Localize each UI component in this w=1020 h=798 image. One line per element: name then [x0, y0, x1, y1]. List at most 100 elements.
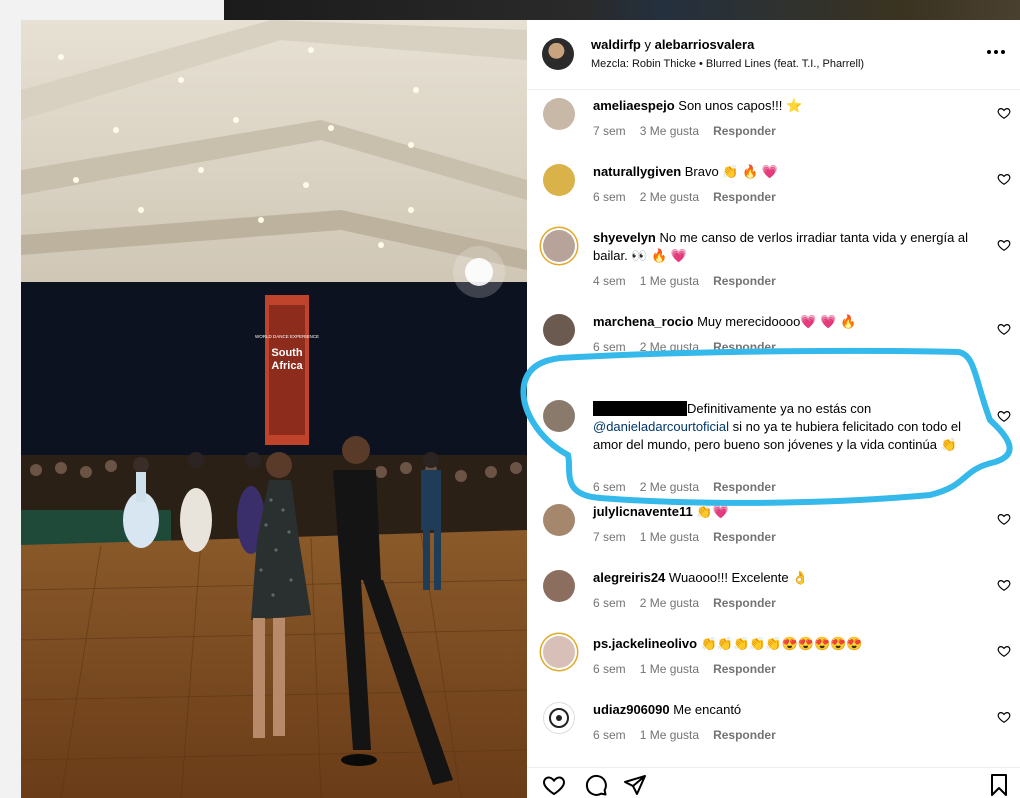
comment-body: Definitivamente ya no estás con — [687, 401, 872, 416]
mention-link[interactable]: @danieladarcourtoficial — [593, 419, 729, 434]
comments-list[interactable]: ameliaespejo Son unos capos!!! ⭐ 7 sem 3 … — [527, 91, 1020, 767]
comment-time[interactable]: 7 sem — [593, 124, 626, 138]
redacted-username — [593, 401, 687, 416]
comment-text: alegreiris24 Wuaooo!!! Excelente 👌 — [593, 569, 981, 587]
comment-text: shyevelyn No me canso de verlos irradiar… — [593, 229, 981, 265]
comment-likes[interactable]: 2 Me gusta — [640, 596, 699, 610]
comment-meta: 6 sem 1 Me gusta Responder — [593, 728, 790, 742]
comment-like-heart-icon[interactable] — [997, 644, 1011, 658]
comment-like-heart-icon[interactable] — [997, 512, 1011, 526]
more-horizontal-icon[interactable] — [986, 42, 1006, 62]
commenter-avatar[interactable] — [543, 570, 575, 602]
comment-icon[interactable] — [584, 773, 608, 797]
comment-text: julylicnavente11 👏💗 — [593, 503, 981, 521]
comment-like-heart-icon[interactable] — [997, 238, 1011, 252]
comment-username[interactable]: alegreiris24 — [593, 570, 665, 585]
comment-body: Me encantó — [673, 702, 742, 717]
author-2-link[interactable]: alebarriosvalera — [655, 37, 755, 52]
comment-likes[interactable]: 3 Me gusta — [640, 124, 699, 138]
audio-link[interactable]: Mezcla: Robin Thicke • Blurred Lines (fe… — [591, 58, 864, 70]
comment-body: Wuaooo!!! Excelente 👌 — [668, 570, 809, 585]
comment-text: ameliaespejo Son unos capos!!! ⭐ — [593, 97, 981, 115]
comment-likes[interactable]: 2 Me gusta — [640, 480, 699, 494]
share-icon[interactable] — [623, 773, 647, 797]
post-authors: waldirfp y alebarriosvalera — [591, 37, 754, 52]
comment-text: marchena_rocio Muy merecidoooo💗 💗 🔥 — [593, 313, 981, 331]
comment-time[interactable]: 6 sem — [593, 480, 626, 494]
comment-time[interactable]: 6 sem — [593, 662, 626, 676]
commenter-avatar-story[interactable] — [543, 636, 575, 668]
comment-username[interactable]: marchena_rocio — [593, 314, 693, 329]
comment-meta: 6 sem 2 Me gusta Responder — [593, 596, 790, 610]
comment-likes[interactable]: 2 Me gusta — [640, 190, 699, 204]
comment-meta: 7 sem 3 Me gusta Responder — [593, 124, 790, 138]
comment-username[interactable]: naturallygiven — [593, 164, 681, 179]
reply-button[interactable]: Responder — [713, 124, 776, 138]
comment-body: 👏💗 — [696, 504, 729, 519]
comment-like-heart-icon[interactable] — [997, 710, 1011, 724]
commenter-avatar[interactable] — [543, 98, 575, 130]
comment-like-heart-icon[interactable] — [997, 578, 1011, 592]
comment-meta: 6 sem 2 Me gusta Responder — [593, 340, 790, 354]
post-actions-bar — [527, 767, 1020, 798]
comment-text: naturallygiven Bravo 👏 🔥 💗 — [593, 163, 981, 181]
comment-time[interactable]: 7 sem — [593, 530, 626, 544]
background-strip — [0, 0, 1020, 20]
post-photo[interactable]: WORLD DANCE EXPERIENCE South Africa — [21, 20, 527, 798]
comment-meta: 6 sem 2 Me gusta Responder — [593, 190, 790, 204]
comment-text: Definitivamente ya no estás con @danielad… — [593, 400, 981, 454]
banner-line2: South — [271, 347, 302, 359]
reply-button[interactable]: Responder — [713, 662, 776, 676]
comment-likes[interactable]: 1 Me gusta — [640, 530, 699, 544]
comment-like-heart-icon[interactable] — [997, 409, 1011, 423]
reply-button[interactable]: Responder — [713, 530, 776, 544]
reply-button[interactable]: Responder — [713, 340, 776, 354]
comment-username[interactable]: shyevelyn — [593, 230, 656, 245]
commenter-avatar[interactable] — [543, 164, 575, 196]
comment-time[interactable]: 4 sem — [593, 274, 626, 288]
author-1-link[interactable]: waldirfp — [591, 37, 641, 52]
comment-text: udiaz906090 Me encantó — [593, 701, 981, 719]
comment-meta: 7 sem 1 Me gusta Responder — [593, 530, 790, 544]
commenter-avatar[interactable] — [543, 504, 575, 536]
comment-username[interactable]: julylicnavente11 — [593, 504, 693, 519]
heart-icon[interactable] — [542, 773, 566, 797]
reply-button[interactable]: Responder — [713, 728, 776, 742]
comment-likes[interactable]: 1 Me gusta — [640, 274, 699, 288]
commenter-avatar[interactable] — [543, 314, 575, 346]
reply-button[interactable]: Responder — [713, 274, 776, 288]
comment-time[interactable]: 6 sem — [593, 190, 626, 204]
comment-body: Son unos capos!!! ⭐ — [678, 98, 803, 113]
comment-time[interactable]: 6 sem — [593, 728, 626, 742]
comment-text: ps.jackelineolivo 👏👏👏👏👏😍😍😍😍😍 — [593, 635, 981, 653]
banner-line1: WORLD DANCE EXPERIENCE — [255, 334, 319, 339]
bookmark-icon[interactable] — [987, 773, 1011, 797]
comment-meta: 6 sem 2 Me gusta Responder — [593, 480, 790, 494]
banner-line3: Africa — [271, 360, 303, 372]
comment-body: 👏👏👏👏👏😍😍😍😍😍 — [700, 636, 863, 651]
om-symbol-icon — [549, 708, 569, 728]
reply-button[interactable]: Responder — [713, 190, 776, 204]
reply-button[interactable]: Responder — [713, 596, 776, 610]
dance-photo-illustration: WORLD DANCE EXPERIENCE South Africa — [21, 20, 527, 798]
reply-button[interactable]: Responder — [713, 480, 776, 494]
commenter-avatar[interactable] — [543, 702, 575, 734]
comment-time[interactable]: 6 sem — [593, 596, 626, 610]
author-avatar[interactable] — [542, 38, 574, 70]
comment-meta: 6 sem 1 Me gusta Responder — [593, 662, 790, 676]
comment-likes[interactable]: 1 Me gusta — [640, 662, 699, 676]
comment-username[interactable]: ameliaespejo — [593, 98, 675, 113]
comment-like-heart-icon[interactable] — [997, 106, 1011, 120]
authors-joiner: y — [644, 37, 651, 52]
comment-username[interactable]: udiaz906090 — [593, 702, 670, 717]
comment-time[interactable]: 6 sem — [593, 340, 626, 354]
comment-likes[interactable]: 1 Me gusta — [640, 728, 699, 742]
comment-like-heart-icon[interactable] — [997, 172, 1011, 186]
comment-username[interactable]: ps.jackelineolivo — [593, 636, 697, 651]
comment-body: Bravo 👏 🔥 💗 — [684, 164, 779, 179]
comment-likes[interactable]: 2 Me gusta — [640, 340, 699, 354]
comment-like-heart-icon[interactable] — [997, 322, 1011, 336]
commenter-avatar[interactable] — [543, 400, 575, 432]
commenter-avatar-story[interactable] — [543, 230, 575, 262]
post-side-panel: waldirfp y alebarriosvalera Mezcla: Robi… — [527, 20, 1020, 798]
